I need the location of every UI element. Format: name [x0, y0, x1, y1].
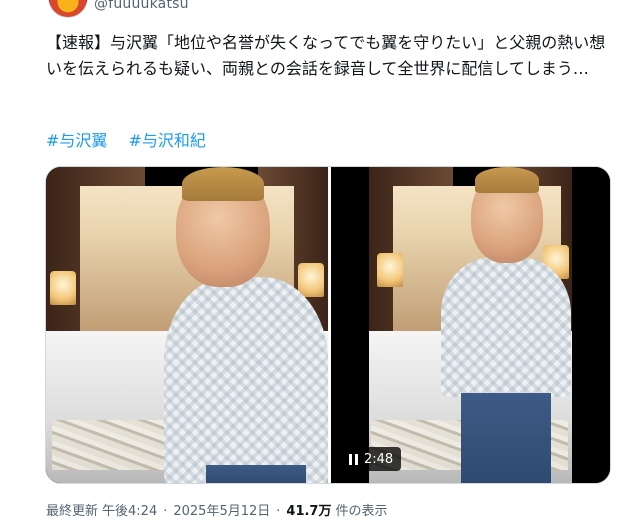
hashtag-list: #与沢翼 #与沢和紀 — [46, 128, 222, 154]
meta-separator: · — [163, 504, 168, 519]
media-container[interactable]: 2:48 — [45, 166, 611, 484]
tweet-time[interactable]: 午後4:24 — [102, 502, 157, 522]
video-scene — [331, 167, 610, 483]
author-handle[interactable]: @fuuuukatsu — [94, 0, 189, 12]
pause-icon[interactable] — [349, 453, 358, 465]
video-status-badge[interactable]: 2:48 — [341, 447, 402, 471]
photo-scene — [46, 167, 328, 483]
tweet-article: @fuuuukatsu 【速報】与沢翼「地位や名誉が失くなってでも翼を守りたい」… — [0, 0, 628, 528]
media-photo[interactable] — [46, 167, 328, 483]
views-count: 41.7万 — [286, 504, 332, 519]
meta-separator: · — [276, 504, 281, 519]
views-label: 件の表示 — [335, 504, 388, 519]
tweet-text: 【速報】与沢翼「地位や名誉が失くなってでも翼を守りたい」と父親の熱い想いを伝えら… — [46, 33, 606, 78]
author-avatar[interactable] — [48, 0, 88, 18]
hashtag-link[interactable]: #与沢和紀 — [129, 131, 206, 150]
last-edited-label: 最終更新 — [46, 504, 99, 519]
hashtag-link[interactable]: #与沢翼 — [46, 131, 107, 150]
video-duration: 2:48 — [364, 451, 394, 467]
tweet-date[interactable]: 2025年5月12日 — [173, 502, 270, 522]
tweet-meta: 最終更新 午後4:24 · 2025年5月12日 · 41.7万 件の表示 — [46, 502, 388, 522]
media-video[interactable]: 2:48 — [331, 167, 610, 483]
